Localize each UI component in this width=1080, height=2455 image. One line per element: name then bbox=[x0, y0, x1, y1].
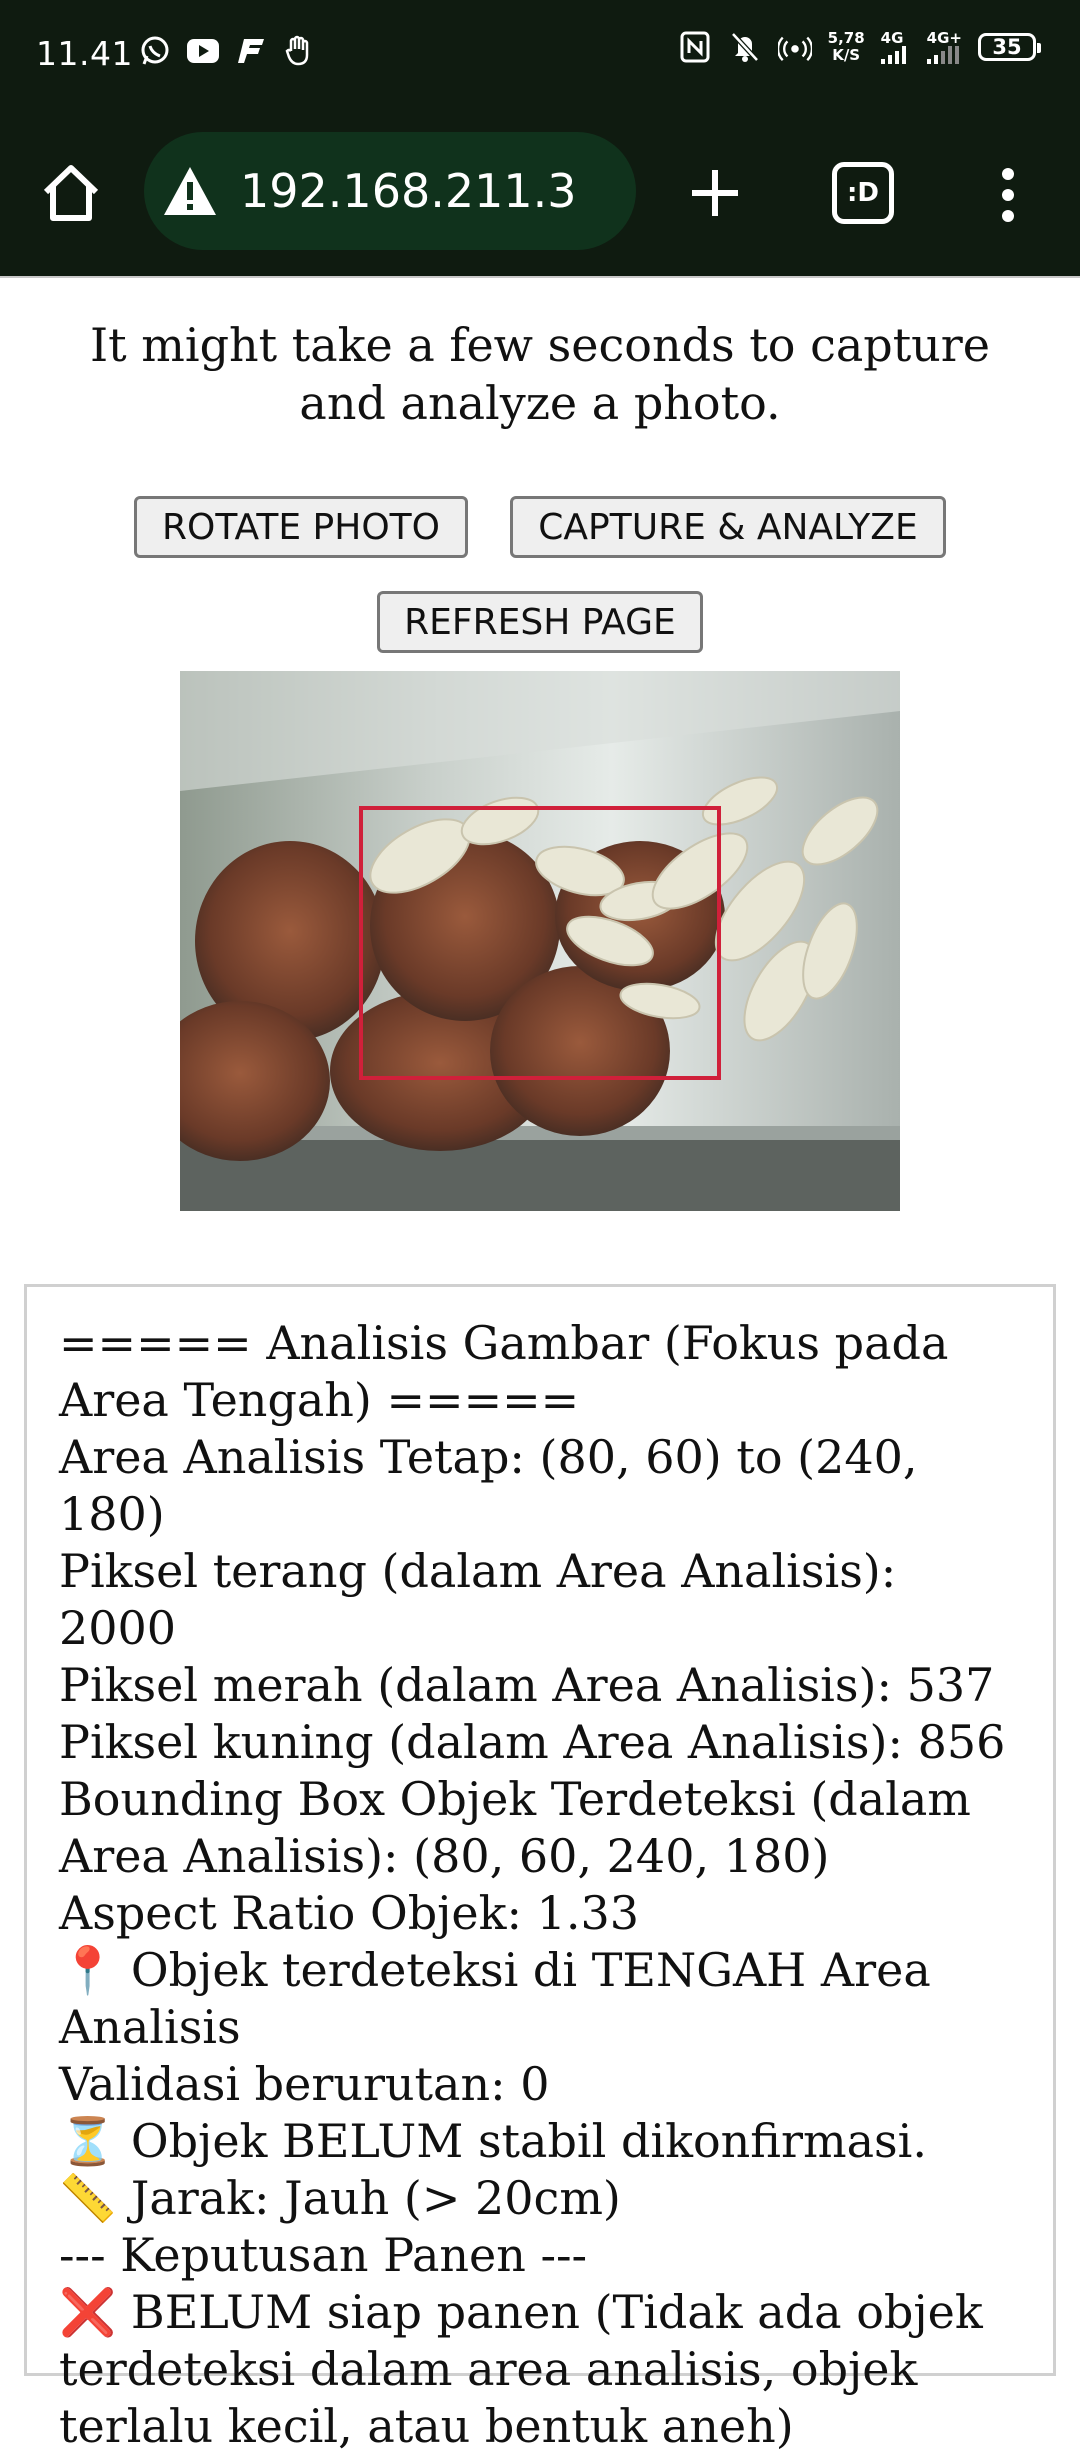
tab-switcher-label: :D bbox=[847, 178, 879, 208]
mute-icon bbox=[728, 30, 762, 64]
bounding-box: Bounding Box Objek Terdeteksi (dalam Are… bbox=[59, 1772, 971, 1883]
intro-text: It might take a few seconds to capture a… bbox=[89, 318, 991, 430]
analysis-area: Area Analisis Tetap: (80, 60) to (240, 1… bbox=[59, 1430, 918, 1541]
capture-analyze-button[interactable]: CAPTURE & ANALYZE bbox=[510, 496, 946, 558]
yellow-pixels: Piksel kuning (dalam Area Analisis): 856 bbox=[59, 1715, 1006, 1769]
youtube-icon bbox=[186, 34, 220, 68]
signal-bars-icon bbox=[880, 45, 906, 64]
warning-icon bbox=[164, 167, 216, 215]
refresh-page-button[interactable]: REFRESH PAGE bbox=[377, 591, 703, 653]
nfc-icon bbox=[678, 30, 712, 64]
new-tab-button[interactable] bbox=[682, 160, 748, 226]
status-bar: 11.41 5,78 K/S 4G 4G+ 35 bbox=[0, 0, 1080, 108]
decision-header: --- Keputusan Panen --- bbox=[59, 2228, 588, 2282]
home-icon bbox=[43, 165, 99, 221]
home-button[interactable] bbox=[38, 160, 104, 226]
plus-icon bbox=[692, 170, 738, 216]
system-indicators: 5,78 K/S 4G 4G+ 35 bbox=[678, 28, 1041, 64]
harvest-decision: ❌ BELUM siap panen (Tidak ada objek terd… bbox=[59, 2285, 983, 2453]
more-vert-icon bbox=[1002, 168, 1014, 222]
network-type-1: 4G bbox=[880, 28, 904, 47]
app-icon bbox=[234, 34, 268, 68]
tab-switcher-button[interactable]: :D bbox=[832, 162, 894, 224]
analysis-header: ===== Analisis Gambar (Fokus pada Area T… bbox=[59, 1316, 949, 1427]
red-pixels: Piksel merah (dalam Area Analisis): 537 bbox=[59, 1658, 995, 1712]
signal-bars-icon bbox=[926, 45, 959, 64]
distance-status: 📏 Jarak: Jauh (> 20cm) bbox=[59, 2171, 621, 2225]
network-type-2: 4G+ bbox=[926, 28, 962, 47]
analysis-result-panel: ===== Analisis Gambar (Fokus pada Area T… bbox=[24, 1284, 1056, 2453]
sequential-validation: Validasi berurutan: 0 bbox=[59, 2057, 550, 2111]
whatsapp-icon bbox=[138, 34, 172, 68]
network-speed: 5,78 K/S bbox=[828, 30, 865, 64]
gesture-icon bbox=[282, 34, 316, 68]
speed-value: 5,78 bbox=[827, 29, 865, 47]
rotate-photo-button[interactable]: ROTATE PHOTO bbox=[134, 496, 468, 558]
url-text: 192.168.211.3 bbox=[240, 164, 577, 218]
notification-icons bbox=[138, 34, 316, 68]
bright-pixels: Piksel terang (dalam Area Analisis): 200… bbox=[59, 1544, 897, 1655]
stability-status: ⏳ Objek BELUM stabil dikonfirmasi. bbox=[59, 2114, 927, 2168]
browser-toolbar: 192.168.211.3 :D bbox=[0, 108, 1080, 278]
status-time: 11.41 bbox=[36, 34, 133, 73]
object-position: 📍 Objek terdeteksi di TENGAH Area Analis… bbox=[59, 1943, 931, 2054]
browser-menu-button[interactable] bbox=[990, 162, 1026, 228]
signal-sim1: 4G bbox=[880, 28, 911, 64]
speed-unit: K/S bbox=[832, 46, 861, 64]
battery-level: 35 bbox=[992, 35, 1022, 59]
hotspot-icon bbox=[777, 30, 812, 64]
battery-icon: 35 bbox=[978, 33, 1041, 61]
signal-sim2: 4G+ bbox=[926, 28, 962, 64]
address-bar[interactable]: 192.168.211.3 bbox=[144, 132, 636, 250]
captured-photo bbox=[180, 671, 900, 1211]
aspect-ratio: Aspect Ratio Objek: 1.33 bbox=[59, 1886, 640, 1940]
